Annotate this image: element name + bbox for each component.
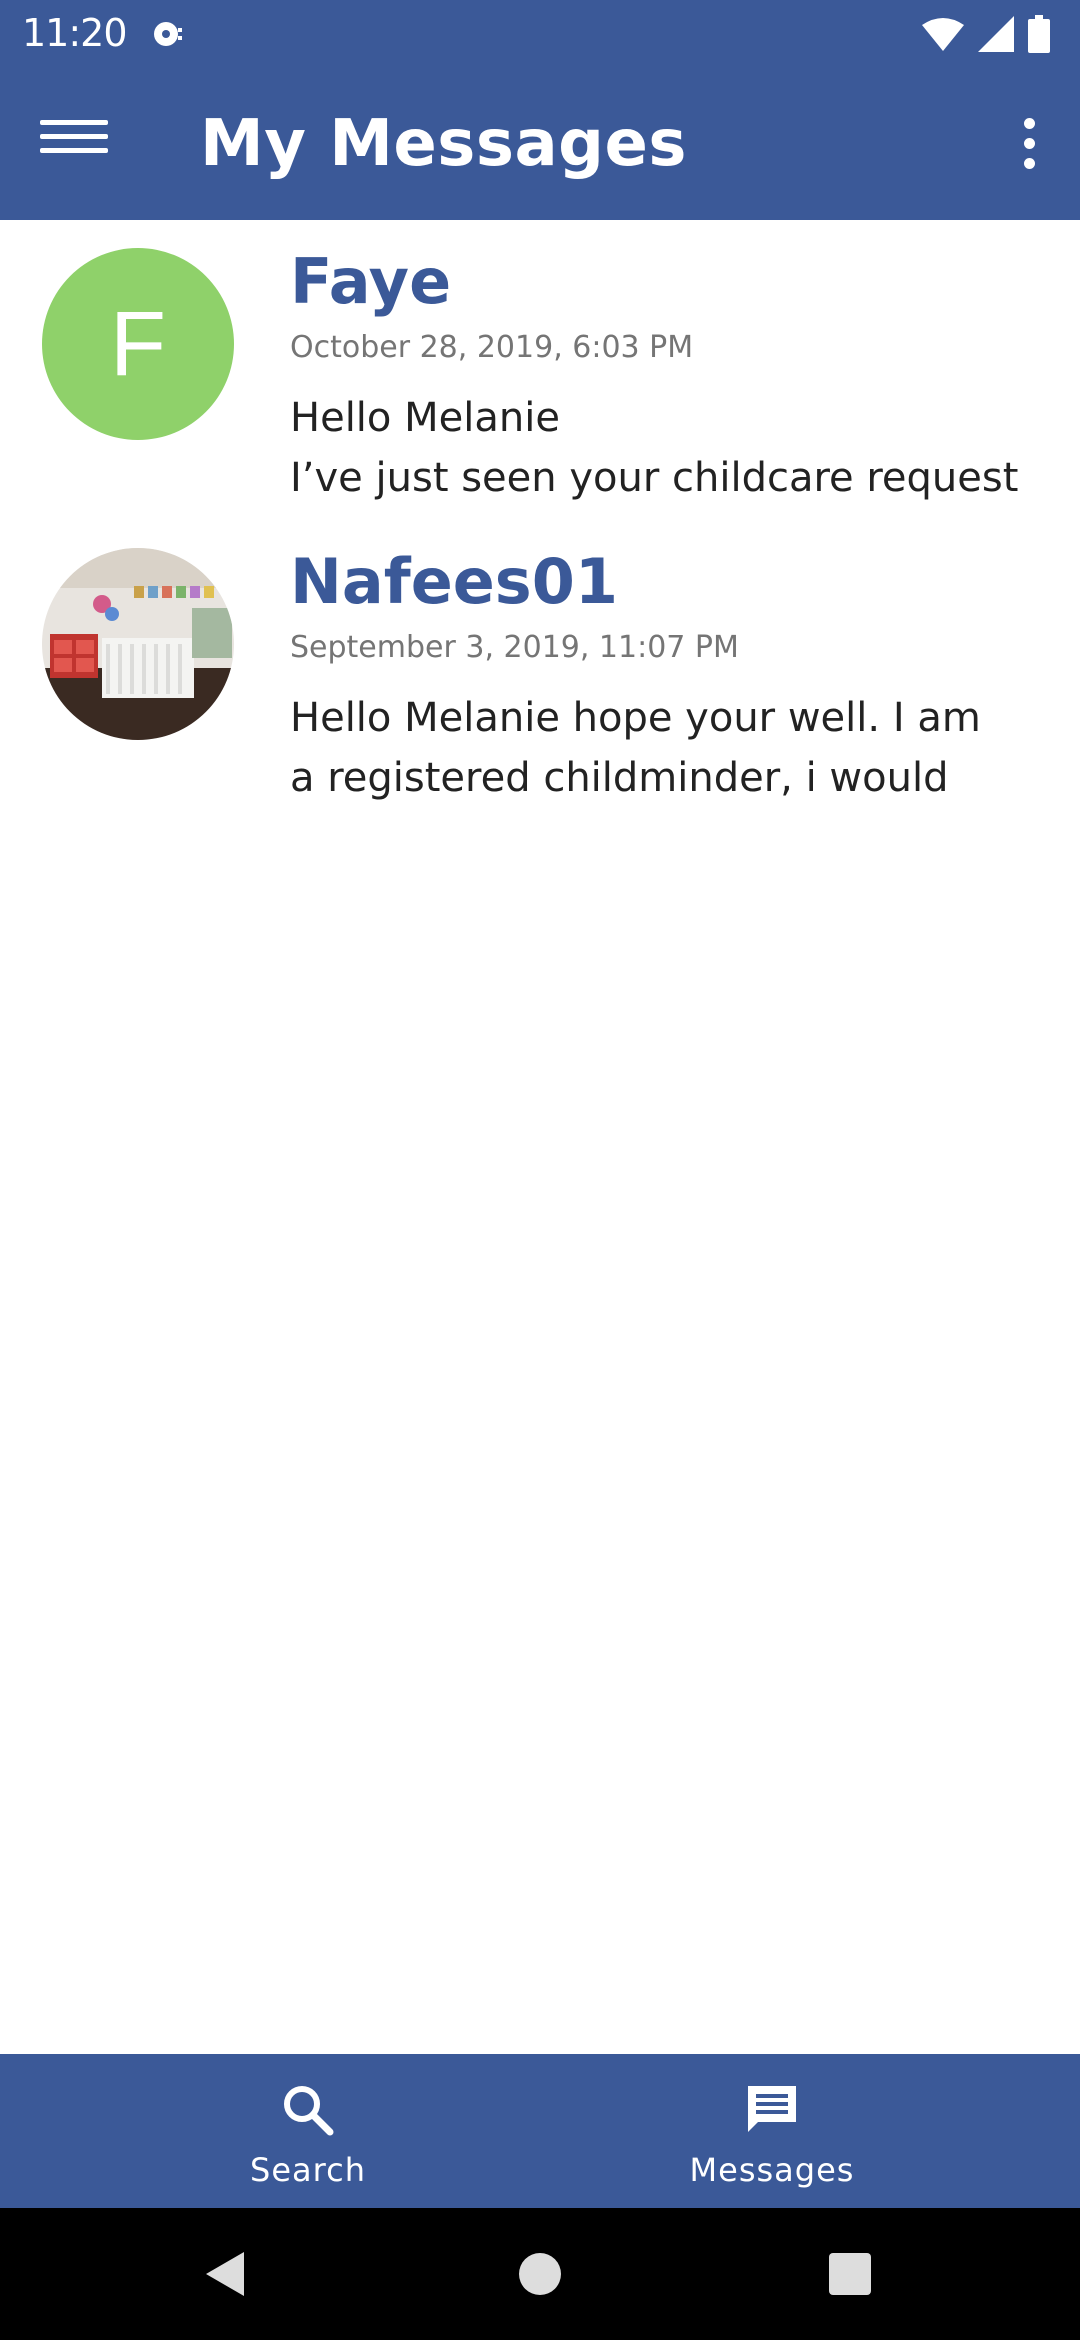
- home-icon[interactable]: [510, 2244, 570, 2304]
- message-date: September 3, 2019, 11:07 PM: [290, 630, 739, 665]
- status-icons: [922, 12, 1050, 56]
- message-item[interactable]: Nafees01 September 3, 2019, 11:07 PM Hel…: [0, 520, 1080, 810]
- system-navigation-bar: [0, 2208, 1080, 2340]
- menu-button[interactable]: [40, 120, 116, 170]
- overflow-menu-button[interactable]: [1012, 114, 1048, 174]
- search-icon: [284, 2086, 334, 2136]
- app-bar: My Messages: [0, 66, 1080, 220]
- wifi-icon: [922, 18, 964, 51]
- nav-label-search: Search: [250, 2151, 366, 2189]
- nav-item-search[interactable]: Search: [38, 2054, 578, 2208]
- page-title: My Messages: [200, 107, 687, 181]
- signal-icon: [978, 16, 1014, 52]
- screen: 11:20 My Messages F Faye October 28, 201…: [0, 0, 1080, 2340]
- back-icon[interactable]: [196, 2244, 256, 2304]
- avatar-photo: [42, 548, 234, 740]
- nav-item-messages[interactable]: Messages: [502, 2054, 1042, 2208]
- chat-icon: [748, 2086, 796, 2132]
- bottom-navigation: Search Messages: [0, 2054, 1080, 2208]
- sync-icon: [154, 22, 182, 46]
- nursery-photo: [42, 548, 234, 740]
- message-item[interactable]: F Faye October 28, 2019, 6:03 PM Hello M…: [0, 220, 1080, 510]
- message-date: October 28, 2019, 6:03 PM: [290, 330, 694, 365]
- battery-icon: [1028, 15, 1050, 53]
- status-bar: 11:20: [0, 0, 1080, 66]
- sender-name: Faye: [290, 245, 452, 318]
- sender-name: Nafees01: [290, 545, 618, 618]
- nav-label-messages: Messages: [689, 2151, 855, 2189]
- status-time: 11:20: [22, 11, 128, 55]
- recents-icon[interactable]: [820, 2244, 880, 2304]
- avatar: F: [42, 248, 234, 440]
- message-preview: Hello Melanie I’ve just seen your childc…: [290, 395, 1019, 501]
- message-preview: Hello Melanie hope your well. I am a reg…: [290, 695, 981, 801]
